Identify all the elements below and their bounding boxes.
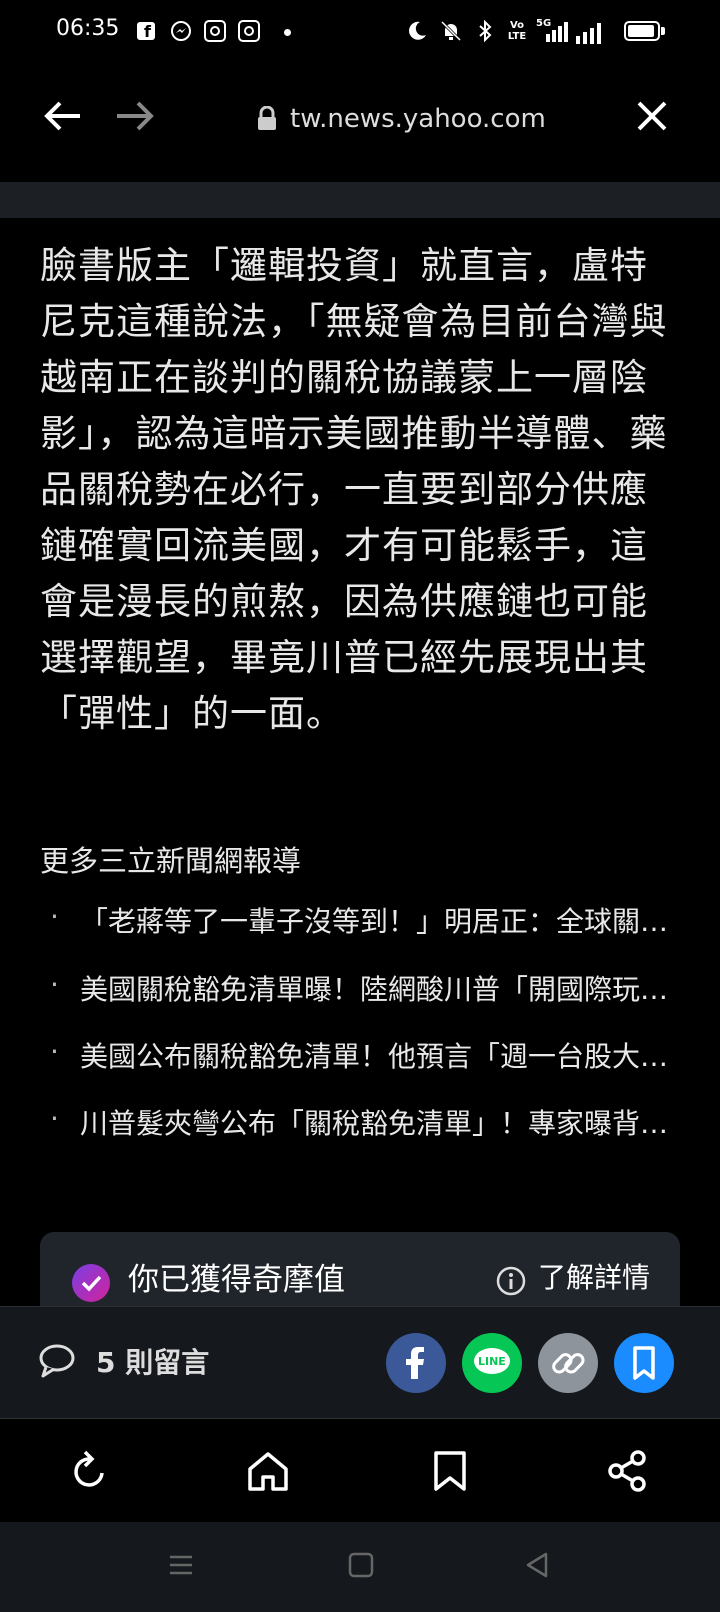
list-bullet: · xyxy=(50,1102,59,1135)
home-square-icon[interactable] xyxy=(348,1552,374,1578)
list-bullet: · xyxy=(50,1035,59,1068)
facebook-share-button[interactable] xyxy=(386,1333,446,1393)
article-paragraph: 臉書版主「邏輯投資」就直言，盧特尼克這種說法，「無疑會為目前台灣與越南正在談判的… xyxy=(40,244,668,735)
toolbar-separator xyxy=(0,182,720,218)
copy-link-button[interactable] xyxy=(538,1333,598,1393)
browser-bottom-nav xyxy=(0,1418,720,1523)
volte-icon: Vo LTE xyxy=(507,20,527,42)
close-icon[interactable] xyxy=(636,100,668,132)
lock-icon xyxy=(256,105,278,132)
related-article-title[interactable]: 川普髮夾彎公布「關稅豁免清單」！專家曝背後原因 xyxy=(80,1102,680,1142)
signal-5g-icon: 5G xyxy=(536,18,568,44)
messenger-icon xyxy=(170,20,192,42)
info-icon[interactable] xyxy=(496,1266,526,1296)
comment-icon[interactable] xyxy=(38,1343,78,1379)
related-article-link[interactable]: · 「老蔣等了一輩子沒等到！」明居正：全球關稅戰台灣最大受益者 xyxy=(50,900,680,940)
refresh-icon[interactable] xyxy=(68,1449,112,1493)
related-article-link[interactable]: · 川普髮夾彎公布「關稅豁免清單」！專家曝背後原因 xyxy=(50,1102,680,1142)
related-article-link[interactable]: · 美國公布關稅豁免清單！他預言「週一台股大反彈」 xyxy=(50,1035,680,1075)
related-article-link[interactable]: · 美國關稅豁免清單曝！陸網酸川普「開國際玩笑」 xyxy=(50,968,680,1008)
line-share-button[interactable]: LINE xyxy=(462,1333,522,1393)
checkmark-badge-icon xyxy=(72,1264,110,1302)
line-label: LINE xyxy=(478,1355,506,1368)
link-icon xyxy=(552,1353,585,1374)
related-article-title[interactable]: 「老蔣等了一輩子沒等到！」明居正：全球關稅戰台灣最大受益者 xyxy=(80,900,680,940)
bell-muted-icon xyxy=(440,20,462,42)
bluetooth-icon xyxy=(474,19,496,43)
comments-count[interactable]: 5 則留言 xyxy=(96,1341,209,1381)
facebook-icon xyxy=(406,1347,424,1379)
bookmark-icon[interactable] xyxy=(428,1449,472,1493)
share-bar: 5 則留言 LINE xyxy=(0,1306,720,1419)
bookmark-icon xyxy=(633,1346,655,1380)
facebook-icon: f xyxy=(137,20,159,42)
points-card: 你已獲得奇摩值 了解詳情 xyxy=(40,1232,680,1312)
url-text[interactable]: tw.news.yahoo.com xyxy=(290,104,546,134)
save-bookmark-button[interactable] xyxy=(614,1333,674,1393)
status-time: 06:35 xyxy=(56,16,120,41)
back-triangle-icon[interactable] xyxy=(524,1552,550,1578)
related-article-title[interactable]: 美國關稅豁免清單曝！陸網酸川普「開國際玩笑」 xyxy=(80,968,680,1008)
dot-icon xyxy=(284,29,291,36)
menu-icon[interactable] xyxy=(168,1552,194,1578)
signal-icon xyxy=(576,20,606,44)
status-bar: 06:35 f Vo LTE 5G xyxy=(0,0,720,66)
back-arrow-icon[interactable] xyxy=(42,98,86,134)
instagram-icon xyxy=(238,20,260,42)
points-earned-text: 你已獲得奇摩值 xyxy=(128,1262,345,1298)
learn-more-link[interactable]: 了解詳情 xyxy=(538,1256,650,1296)
share-icon[interactable] xyxy=(606,1449,650,1493)
instagram-icon xyxy=(204,20,226,42)
moon-icon xyxy=(406,20,428,42)
more-news-heading: 更多三立新聞網報導 xyxy=(40,844,302,878)
home-icon[interactable] xyxy=(246,1449,290,1493)
system-navigation-bar xyxy=(0,1522,720,1612)
list-bullet: · xyxy=(50,968,59,1001)
browser-toolbar: tw.news.yahoo.com xyxy=(0,66,720,182)
list-bullet: · xyxy=(50,900,59,933)
related-article-title[interactable]: 美國公布關稅豁免清單！他預言「週一台股大反彈」 xyxy=(80,1035,680,1075)
battery-icon xyxy=(624,21,668,43)
forward-arrow-icon[interactable] xyxy=(112,98,156,134)
